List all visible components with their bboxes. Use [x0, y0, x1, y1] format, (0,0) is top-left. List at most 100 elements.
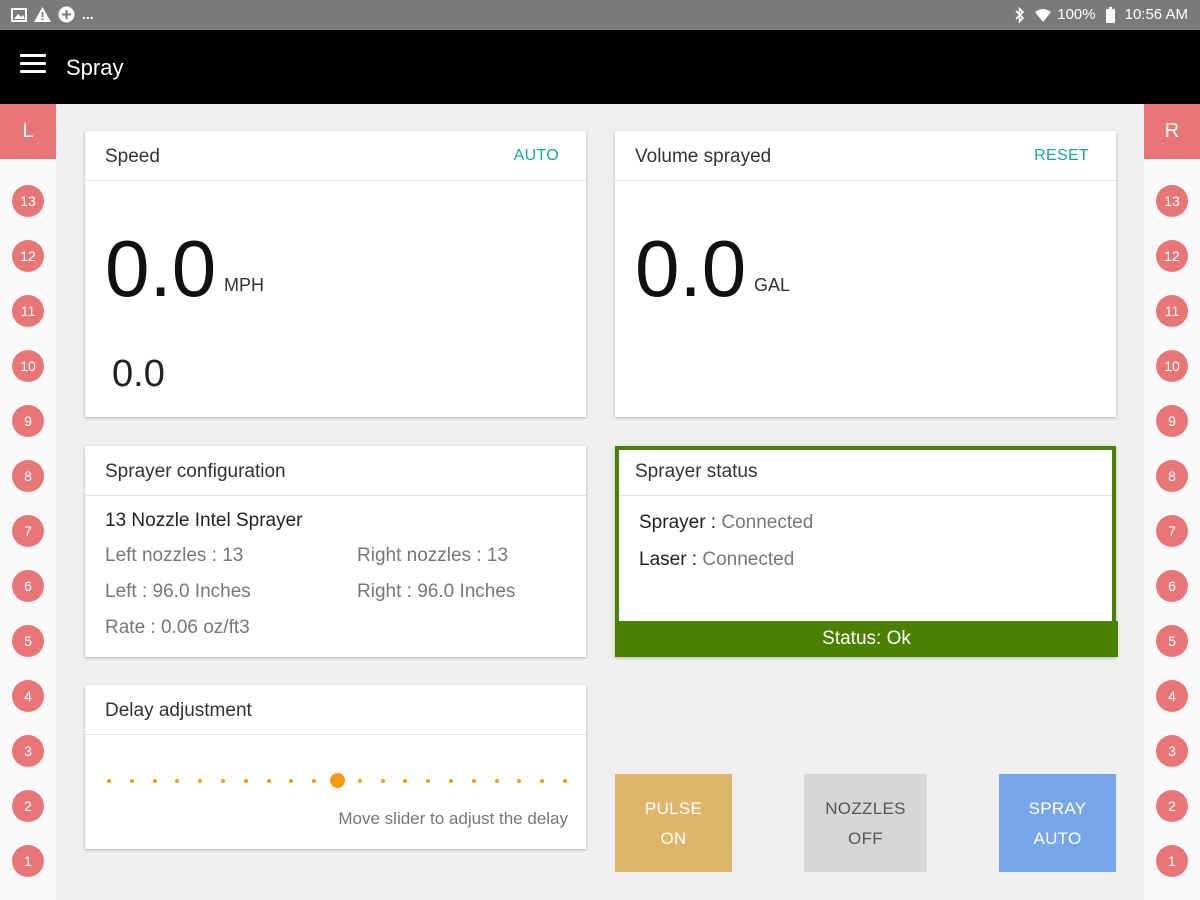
left-nozzle-4[interactable]: 4	[12, 680, 44, 712]
speed-card: Speed AUTO 0.0 MPH 0.0	[85, 131, 586, 417]
delay-slider-tick	[175, 779, 180, 783]
right-nozzle-11[interactable]: 11	[1156, 295, 1188, 327]
config-card-header: Sprayer configuration	[85, 446, 586, 496]
sprayer-status-card: Sprayer status Sprayer : Connected Laser…	[615, 446, 1118, 657]
left-nozzle-6[interactable]: 6	[12, 570, 44, 602]
delay-slider[interactable]	[107, 773, 567, 788]
right-side-label[interactable]: R	[1144, 104, 1200, 159]
right-nozzle-7[interactable]: 7	[1156, 515, 1188, 547]
delay-slider-tick	[357, 779, 362, 783]
delay-slider-tick	[198, 779, 203, 783]
volume-card-header: Volume sprayed RESET	[615, 131, 1116, 181]
delay-slider-tick	[152, 779, 157, 783]
spray-button-line1: SPRAY	[1028, 799, 1087, 818]
delay-slider-tick	[289, 779, 294, 783]
spray-rate: Rate : 0.06 oz/ft3	[105, 617, 250, 638]
pulse-button-line2: ON	[660, 829, 687, 848]
right-nozzle-2[interactable]: 2	[1156, 790, 1188, 822]
right-nozzle-5[interactable]: 5	[1156, 625, 1188, 657]
volume-reset-button[interactable]: RESET	[1034, 147, 1089, 165]
speed-auto-button[interactable]: AUTO	[514, 147, 559, 165]
speed-value: 0.0	[105, 224, 217, 313]
delay-slider-tick	[129, 779, 134, 783]
sprayer-model-name: 13 Nozzle Intel Sprayer	[105, 510, 303, 531]
nozzles-button-line1: NOZZLES	[825, 799, 906, 818]
right-nozzle-10[interactable]: 10	[1156, 350, 1188, 382]
delay-slider-tick	[471, 779, 476, 783]
delay-slider-tick	[517, 779, 522, 783]
left-nozzle-1[interactable]: 1	[12, 845, 44, 877]
delay-slider-tick	[266, 779, 271, 783]
right-nozzle-12[interactable]: 12	[1156, 240, 1188, 272]
right-nozzle-3[interactable]: 3	[1156, 735, 1188, 767]
status-title: Sprayer status	[635, 461, 758, 482]
sprayer-configuration-card: Sprayer configuration 13 Nozzle Intel Sp…	[85, 446, 586, 657]
sprayer-connection-status: Sprayer : Connected	[639, 512, 813, 534]
left-nozzle-11[interactable]: 11	[12, 295, 44, 327]
battery-percent: 100%	[1057, 6, 1096, 23]
left-nozzle-12[interactable]: 12	[12, 240, 44, 272]
laser-label: Laser :	[639, 549, 698, 570]
left-nozzle-5[interactable]: 5	[12, 625, 44, 657]
delay-slider-tick	[221, 779, 225, 783]
wifi-icon	[1034, 7, 1051, 24]
pulse-on-button[interactable]: PULSE ON	[615, 774, 732, 872]
clock: 10:56 AM	[1124, 6, 1188, 23]
system-status-bar: ... 100% 10:56 AM	[0, 0, 1200, 30]
nozzles-button-line2: OFF	[848, 829, 883, 848]
nozzles-off-button[interactable]: NOZZLES OFF	[804, 774, 927, 872]
delay-slider-tick	[403, 779, 408, 783]
volume-title: Volume sprayed	[635, 146, 772, 167]
delay-adjustment-card: Delay adjustment Move slider to adjust t…	[85, 685, 586, 849]
status-card-header: Sprayer status	[619, 450, 1112, 496]
app-toolbar: Spray	[0, 30, 1200, 104]
warning-icon	[34, 6, 51, 23]
spray-auto-button[interactable]: SPRAY AUTO	[999, 774, 1116, 872]
delay-slider-tick	[540, 779, 545, 783]
sprayer-connection-value: Connected	[721, 512, 814, 533]
left-nozzle-2[interactable]: 2	[12, 790, 44, 822]
volume-unit: GAL	[754, 275, 791, 295]
delay-slider-tick	[312, 779, 317, 783]
left-nozzles-count: Left nozzles : 13	[105, 545, 244, 566]
delay-title: Delay adjustment	[105, 700, 252, 721]
sprayer-label: Sprayer :	[639, 512, 717, 533]
left-nozzle-3[interactable]: 3	[12, 735, 44, 767]
left-nozzle-7[interactable]: 7	[12, 515, 44, 547]
right-nozzle-8[interactable]: 8	[1156, 460, 1188, 492]
delay-slider-tick	[243, 779, 248, 783]
overall-status-bar: Status: Ok	[615, 621, 1118, 657]
left-nozzle-10[interactable]: 10	[12, 350, 44, 382]
right-nozzle-13[interactable]: 13	[1156, 185, 1188, 217]
right-nozzle-6[interactable]: 6	[1156, 570, 1188, 602]
left-boom-width: Left : 96.0 Inches	[105, 581, 251, 602]
delay-slider-tick	[426, 779, 431, 783]
right-nozzle-4[interactable]: 4	[1156, 680, 1188, 712]
speed-unit: MPH	[224, 275, 264, 295]
right-boom-width: Right : 96.0 Inches	[357, 581, 516, 602]
spray-button-line2: AUTO	[1033, 829, 1082, 848]
left-nozzle-13[interactable]: 13	[12, 185, 44, 217]
left-nozzle-8[interactable]: 8	[12, 460, 44, 492]
volume-card: Volume sprayed RESET 0.0 GAL	[615, 131, 1116, 417]
system-indicators: 100% 10:56 AM	[1011, 6, 1188, 24]
left-nozzle-9[interactable]: 9	[12, 405, 44, 437]
image-icon	[10, 6, 27, 23]
delay-slider-thumb[interactable]	[329, 773, 345, 788]
laser-connection-value: Connected	[702, 549, 795, 570]
delay-slider-tick	[107, 779, 111, 783]
plus-circle-icon	[58, 6, 75, 23]
speed-card-header: Speed AUTO	[85, 131, 586, 181]
speed-secondary-value: 0.0	[112, 353, 165, 395]
right-nozzle-1[interactable]: 1	[1156, 845, 1188, 877]
right-nozzle-9[interactable]: 9	[1156, 405, 1188, 437]
delay-slider-tick	[494, 779, 499, 783]
delay-hint: Move slider to adjust the delay	[338, 809, 568, 828]
right-nozzles-count: Right nozzles : 13	[357, 545, 509, 566]
left-side-label[interactable]: L	[0, 104, 56, 159]
volume-value: 0.0	[635, 224, 747, 313]
notification-icons: ...	[10, 6, 94, 23]
delay-slider-tick	[380, 779, 385, 783]
hamburger-menu-icon[interactable]	[20, 54, 46, 80]
laser-connection-status: Laser : Connected	[639, 549, 794, 571]
